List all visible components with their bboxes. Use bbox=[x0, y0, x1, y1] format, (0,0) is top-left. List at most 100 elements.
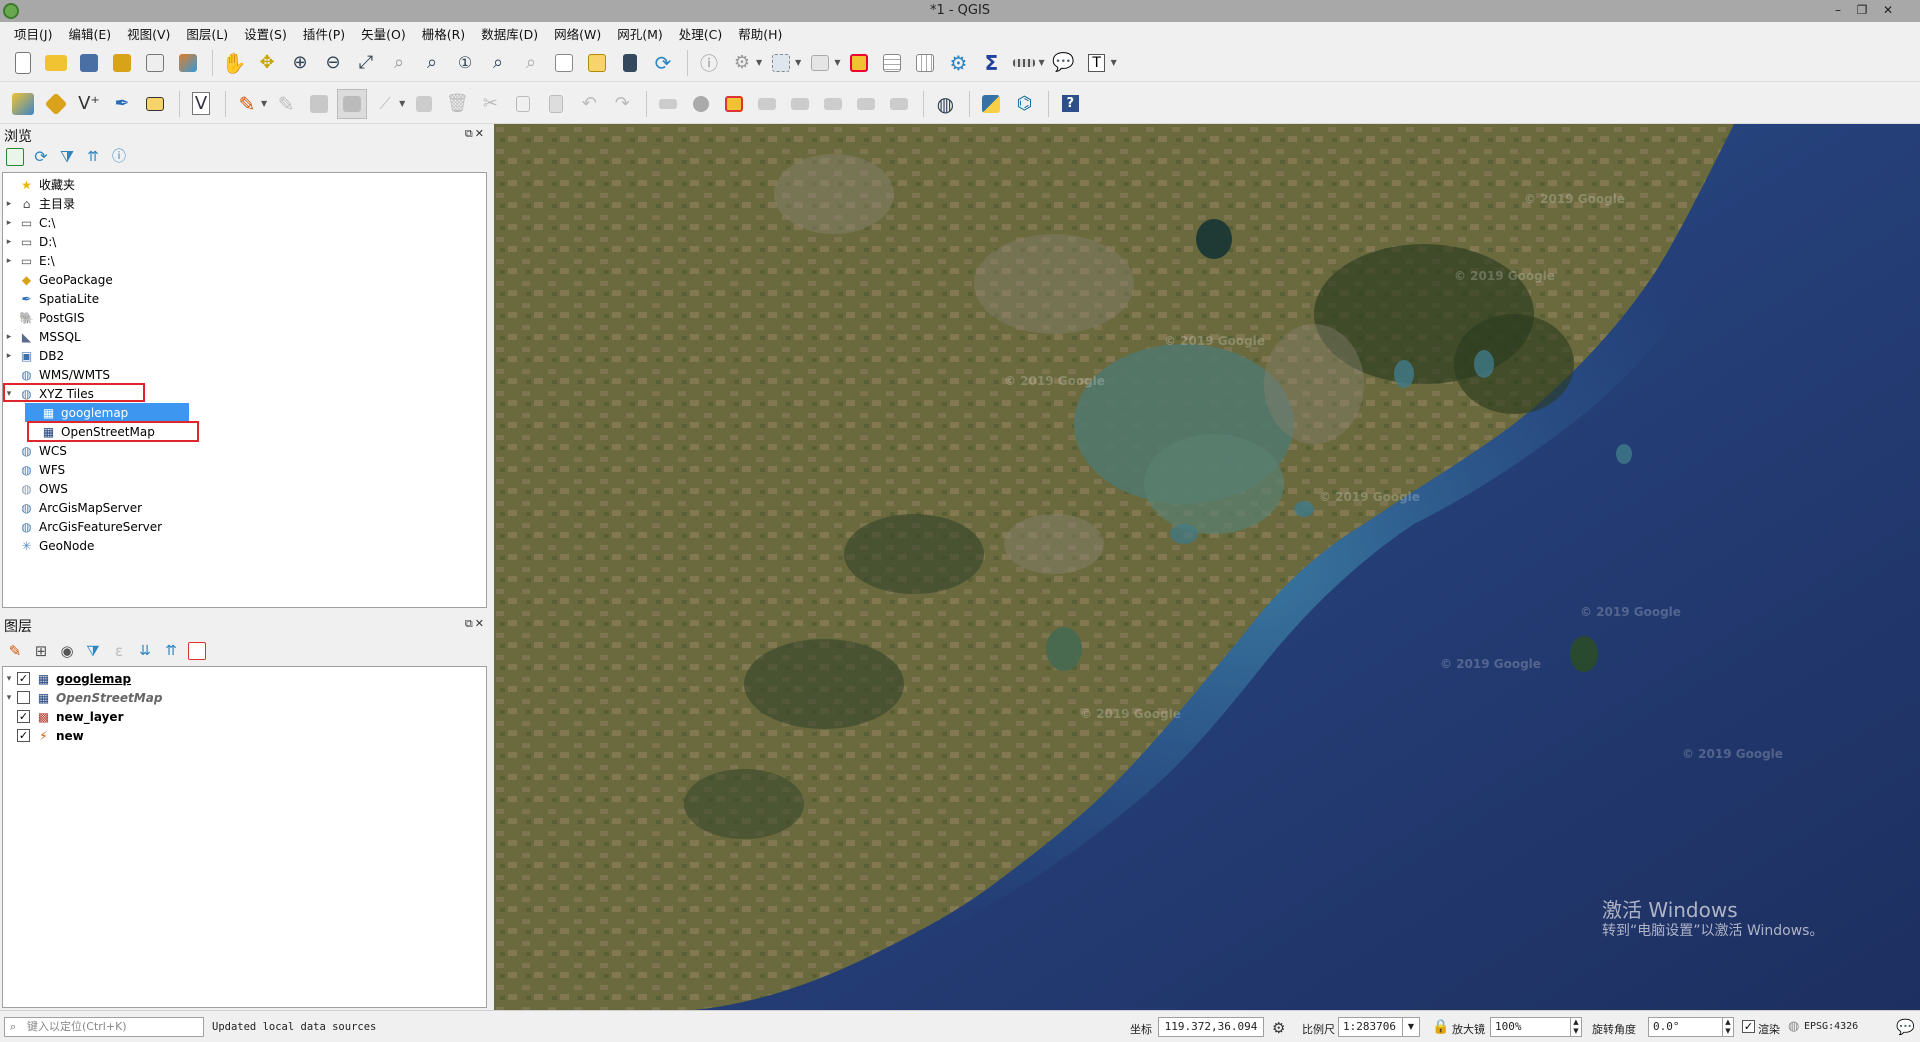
layer-item[interactable]: ✓ ▩ new_layer bbox=[3, 707, 124, 726]
refresh-button[interactable]: ⟳ bbox=[648, 48, 678, 78]
render-checkbox[interactable]: ✓ bbox=[1742, 1020, 1755, 1033]
menu-help[interactable]: 帮助(H) bbox=[730, 24, 790, 43]
save-as-button[interactable] bbox=[107, 48, 137, 78]
map-tips-button[interactable]: 💬 bbox=[1049, 48, 1079, 78]
identify-button[interactable]: ⓘ bbox=[694, 48, 724, 78]
pin-labels-button[interactable] bbox=[719, 89, 749, 119]
field-calculator-button[interactable] bbox=[910, 48, 940, 78]
cut-features-button[interactable]: ✂ bbox=[475, 89, 505, 119]
browser-item[interactable]: ▦ googlemap bbox=[25, 403, 189, 422]
chevron-right-icon[interactable]: ▸ bbox=[3, 332, 15, 342]
panel-dock-controls[interactable]: ⧉✕ bbox=[465, 617, 486, 631]
restore-button[interactable]: ❐ bbox=[1852, 2, 1872, 18]
menu-web[interactable]: 网络(W) bbox=[546, 24, 609, 43]
menu-vector[interactable]: 矢量(O) bbox=[353, 24, 414, 43]
layer-visibility-checkbox[interactable]: ✓ bbox=[17, 710, 30, 723]
pan-button[interactable]: ✋ bbox=[219, 48, 249, 78]
menu-settings[interactable]: 设置(S) bbox=[236, 24, 295, 43]
browser-item[interactable]: ◍ WCS bbox=[3, 441, 67, 460]
collapse-all-icon[interactable]: ⇈ bbox=[84, 148, 102, 166]
move-label-button[interactable] bbox=[785, 89, 815, 119]
messages-icon[interactable]: 💬 bbox=[1896, 1018, 1915, 1036]
help-button[interactable]: ? bbox=[1055, 89, 1085, 119]
menu-plugins[interactable]: 插件(P) bbox=[295, 24, 353, 43]
crs-button[interactable]: EPSG:4326 bbox=[1804, 1021, 1858, 1032]
layer-item[interactable]: ✓ ⚡ new bbox=[3, 726, 84, 745]
label-tool-button[interactable] bbox=[653, 89, 683, 119]
zoom-full-button[interactable]: ⤢ bbox=[351, 48, 381, 78]
bookmark-button[interactable] bbox=[615, 48, 645, 78]
attribute-table-button[interactable] bbox=[877, 48, 907, 78]
chevron-down-icon[interactable]: ▾ bbox=[3, 693, 15, 703]
layer-visibility-checkbox[interactable]: ✓ bbox=[17, 672, 30, 685]
browser-item[interactable]: 🐘 PostGIS bbox=[3, 308, 85, 327]
zoom-selection-button[interactable]: ⌕ bbox=[384, 48, 414, 78]
close-button[interactable]: ✕ bbox=[1878, 2, 1898, 18]
data-source-manager-button[interactable] bbox=[8, 89, 38, 119]
menu-project[interactable]: 项目(J) bbox=[6, 24, 60, 43]
graph-plugin-button[interactable]: ⌬ bbox=[1009, 89, 1039, 119]
python-console-button[interactable] bbox=[976, 89, 1006, 119]
browser-item[interactable]: ◍ OWS bbox=[3, 479, 68, 498]
zoom-next-button[interactable]: ⌕ bbox=[516, 48, 546, 78]
lock-scale-icon[interactable]: 🔒 bbox=[1432, 1019, 1449, 1035]
manage-map-themes-icon[interactable]: ◉ bbox=[58, 642, 76, 660]
toggle-editing-button[interactable]: ✎ bbox=[271, 89, 301, 119]
text-annotation-button[interactable]: T bbox=[1082, 48, 1112, 78]
temporal-button[interactable] bbox=[582, 48, 612, 78]
rotation-spinner[interactable]: ▲ ▼ bbox=[1722, 1017, 1734, 1037]
browser-item[interactable]: ▸ ▭ E:\ bbox=[3, 251, 55, 270]
layer-item[interactable]: ▾ ✓ ▦ googlemap bbox=[3, 669, 131, 688]
zoom-native-button[interactable]: ① bbox=[450, 48, 480, 78]
add-group-icon[interactable]: ⊞ bbox=[32, 642, 50, 660]
chevron-right-icon[interactable]: ▸ bbox=[3, 199, 15, 209]
style-manager-button[interactable] bbox=[173, 48, 203, 78]
refresh-icon[interactable]: ⟳ bbox=[32, 148, 50, 166]
browser-item[interactable]: ▸ ⌂ 主目录 bbox=[3, 194, 75, 213]
new-temp-layer-button[interactable] bbox=[140, 89, 170, 119]
chevron-right-icon[interactable]: ▸ bbox=[3, 237, 15, 247]
layer-visibility-checkbox[interactable] bbox=[17, 691, 30, 704]
filter-expression-icon[interactable]: ε bbox=[110, 642, 128, 660]
undo-button[interactable]: ↶ bbox=[574, 89, 604, 119]
new-map-view-button[interactable] bbox=[549, 48, 579, 78]
georeferencer-button[interactable]: ◍ bbox=[930, 89, 960, 119]
layer-visibility-checkbox[interactable]: ✓ bbox=[17, 729, 30, 742]
copy-features-button[interactable] bbox=[508, 89, 538, 119]
open-project-button[interactable] bbox=[41, 48, 71, 78]
browser-item[interactable]: ▸ ▭ D:\ bbox=[3, 232, 57, 251]
statistical-summary-button[interactable]: Σ bbox=[976, 48, 1006, 78]
measure-button[interactable] bbox=[1009, 48, 1039, 78]
layer-labeling-button[interactable] bbox=[686, 89, 716, 119]
deselect-button[interactable] bbox=[844, 48, 874, 78]
processing-toolbox-button[interactable]: ⚙ bbox=[943, 48, 973, 78]
properties-info-icon[interactable]: ⓘ bbox=[110, 148, 128, 166]
layer-item[interactable]: ▾ ▦ OpenStreetMap bbox=[3, 688, 163, 707]
new-shapefile-button[interactable]: V⁺ bbox=[74, 89, 104, 119]
add-vector-layer-button[interactable]: V bbox=[186, 89, 216, 119]
expand-all-icon[interactable]: ⇊ bbox=[136, 642, 154, 660]
browser-item[interactable]: ◍ ArcGisMapServer bbox=[3, 498, 142, 517]
menu-layer[interactable]: 图层(L) bbox=[178, 24, 236, 43]
coordinate-field[interactable]: 119.372,36.094 bbox=[1158, 1017, 1264, 1037]
highlight-labels-button[interactable] bbox=[752, 89, 782, 119]
magnifier-field[interactable]: 100% bbox=[1490, 1017, 1576, 1037]
browser-item[interactable]: ▸ ▭ C:\ bbox=[3, 213, 56, 232]
menu-database[interactable]: 数据库(D) bbox=[473, 24, 546, 43]
browser-item[interactable]: ▸ ▣ DB2 bbox=[3, 346, 64, 365]
browser-item[interactable]: ✳ GeoNode bbox=[3, 536, 94, 555]
modify-attributes-button[interactable] bbox=[409, 89, 439, 119]
layer-styling-icon[interactable]: ✎ bbox=[6, 642, 24, 660]
zoom-last-button[interactable]: ⌕ bbox=[483, 48, 513, 78]
new-spatialite-button[interactable]: ✒ bbox=[107, 89, 137, 119]
add-feature-button[interactable] bbox=[337, 88, 368, 119]
filter-icon[interactable]: ⧩ bbox=[58, 148, 76, 166]
print-layout-button[interactable] bbox=[140, 48, 170, 78]
remove-layer-icon[interactable] bbox=[188, 642, 206, 660]
zoom-out-button[interactable]: ⊖ bbox=[318, 48, 348, 78]
change-label-button[interactable] bbox=[851, 89, 881, 119]
chevron-right-icon[interactable]: ▸ bbox=[3, 218, 15, 228]
add-selected-layers-icon[interactable] bbox=[6, 148, 24, 166]
browser-item[interactable]: ✒ SpatiaLite bbox=[3, 289, 99, 308]
run-action-button[interactable]: ⚙ bbox=[727, 48, 757, 78]
